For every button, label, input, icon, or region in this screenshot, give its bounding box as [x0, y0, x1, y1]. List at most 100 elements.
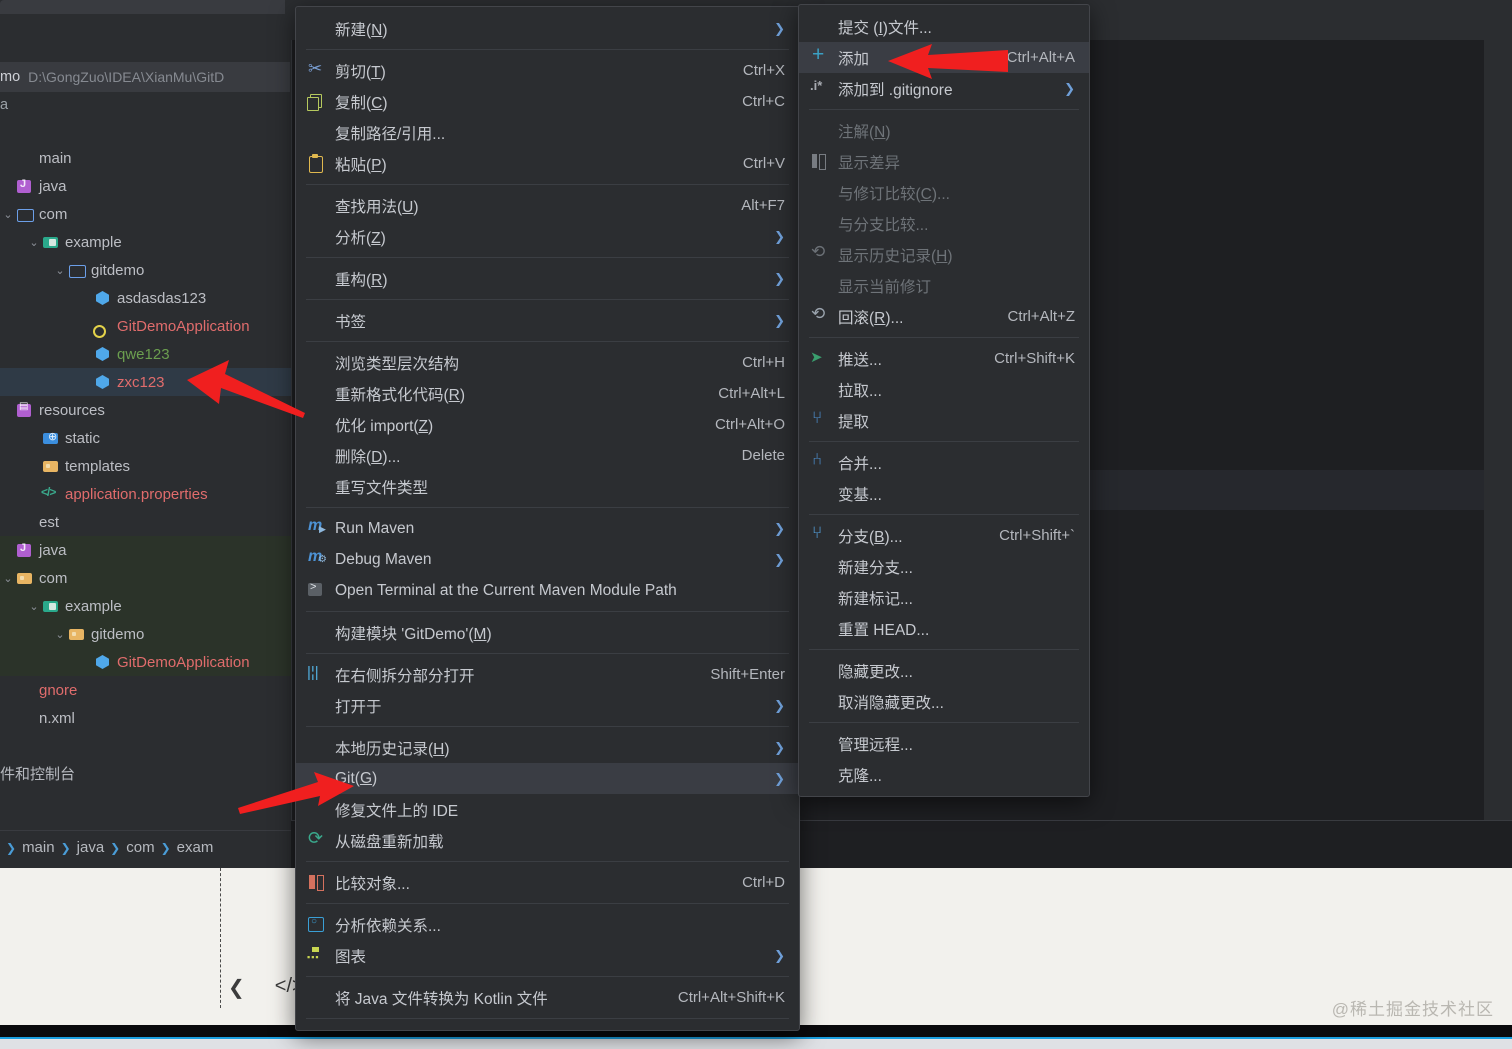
- editor-right-rail[interactable]: [1484, 40, 1512, 829]
- tree-node[interactable]: est: [0, 508, 291, 536]
- blank-icon: [306, 20, 332, 38]
- menu-item[interactable]: 合并...: [799, 447, 1089, 478]
- menu-item[interactable]: 克隆...: [799, 759, 1089, 790]
- menu-item[interactable]: 书签 ❯: [296, 305, 799, 336]
- menu-item[interactable]: 新建分支...: [799, 551, 1089, 582]
- menu-item[interactable]: Open Terminal at the Current Maven Modul…: [296, 575, 799, 606]
- tree-node[interactable]: ⌄ gitdemo: [0, 620, 291, 648]
- menu-item[interactable]: 隐藏更改...: [799, 655, 1089, 686]
- tree-node[interactable]: ⌄ gitdemo: [0, 256, 291, 284]
- editor-highlight-band: [1090, 470, 1512, 510]
- breadcrumb[interactable]: ❯ main ❯ java ❯ com ❯ exam: [0, 830, 291, 864]
- menu-item[interactable]: 管理远程...: [799, 728, 1089, 759]
- copy-icon: [306, 93, 332, 111]
- menu-item[interactable]: 添加到 .gitignore ❯: [799, 73, 1089, 104]
- tree-node[interactable]: GitDemoApplication: [0, 312, 291, 340]
- menu-item[interactable]: 本地历史记录(H) ❯: [296, 732, 799, 763]
- tree-node[interactable]: ⌄ com: [0, 200, 291, 228]
- menu-item[interactable]: Git(G) ❯: [296, 763, 799, 794]
- chevron-down-icon[interactable]: ⌄: [26, 236, 42, 249]
- menu-item-shortcut: Ctrl+Alt+L: [718, 385, 785, 402]
- chevron-down-icon[interactable]: ⌄: [0, 572, 16, 585]
- menu-item-label: 新建分支...: [838, 559, 913, 577]
- menu-item[interactable]: 重写文件类型: [296, 471, 799, 502]
- tree-node[interactable]: resources: [0, 396, 291, 424]
- menu-item[interactable]: 将 Java 文件转换为 Kotlin 文件 Ctrl+Alt+Shift+K: [296, 982, 799, 1013]
- menu-item[interactable]: Debug Maven ❯: [296, 544, 799, 575]
- breadcrumb-item[interactable]: exam: [177, 839, 214, 856]
- menu-item[interactable]: 比较对象... Ctrl+D: [296, 867, 799, 898]
- tree-node[interactable]: java: [0, 172, 291, 200]
- tree-node[interactable]: java: [0, 536, 291, 564]
- menu-item-label: 分析(Z): [335, 229, 386, 247]
- blank-icon: [306, 447, 332, 465]
- menu-item[interactable]: Run Maven ❯: [296, 513, 799, 544]
- menu-item[interactable]: 剪切(T) Ctrl+X: [296, 55, 799, 86]
- tree-node[interactable]: gnore: [0, 676, 291, 704]
- tree-node[interactable]: GitDemoApplication: [0, 648, 291, 676]
- tree-node[interactable]: ⌄ com: [0, 564, 291, 592]
- menu-item[interactable]: 拉取...: [799, 374, 1089, 405]
- menu-item-shortcut: Ctrl+Shift+`: [999, 527, 1075, 544]
- project-tool-tab[interactable]: [0, 0, 285, 14]
- menu-item[interactable]: 在右侧拆分部分打开 Shift+Enter: [296, 659, 799, 690]
- tree-node[interactable]: asdasdas123: [0, 284, 291, 312]
- diff-icon: [809, 153, 835, 171]
- menu-item[interactable]: 提取: [799, 405, 1089, 436]
- tree-node[interactable]: n.xml: [0, 704, 291, 732]
- menu-item[interactable]: 粘贴(P) Ctrl+V: [296, 148, 799, 179]
- tree-node[interactable]: main: [0, 144, 291, 172]
- project-tree[interactable]: main java ⌄ com ⌄ example ⌄ gitdemo asdasdas123 G…: [0, 144, 291, 732]
- menu-item[interactable]: 重置 HEAD...: [799, 613, 1089, 644]
- windows-taskbar[interactable]: [0, 1037, 1512, 1049]
- menu-item[interactable]: 优化 import(Z) Ctrl+Alt+O: [296, 409, 799, 440]
- git-submenu[interactable]: 提交 (I)文件... 添加 Ctrl+Alt+A 添加到 .gitignore ❯ 注解…: [798, 4, 1090, 797]
- breadcrumb-item[interactable]: java: [77, 839, 105, 856]
- menu-item[interactable]: 重新格式化代码(R) Ctrl+Alt+L: [296, 378, 799, 409]
- menu-item[interactable]: 回滚(R)... Ctrl+Alt+Z: [799, 301, 1089, 332]
- file-context-menu[interactable]: 新建(N) ❯ 剪切(T) Ctrl+X 复制(C) Ctrl+C 复制路径/引用... 粘贴…: [295, 6, 800, 1031]
- menu-item[interactable]: 查找用法(U) Alt+F7: [296, 190, 799, 221]
- tree-node[interactable]: templates: [0, 452, 291, 480]
- blank-icon: [809, 693, 835, 711]
- menu-item[interactable]: 浏览类型层次结构 Ctrl+H: [296, 347, 799, 378]
- back-chevron-icon[interactable]: ❮: [228, 975, 245, 1000]
- breadcrumb-item[interactable]: main: [22, 839, 55, 856]
- tree-node[interactable]: application.properties: [0, 480, 291, 508]
- menu-item[interactable]: 分支(B)... Ctrl+Shift+`: [799, 520, 1089, 551]
- light-window-toolbar[interactable]: ❮ </>: [228, 975, 304, 1000]
- menu-item-label: 构建模块 'GitDemo'(M): [335, 625, 492, 643]
- menu-item[interactable]: 重构(R) ❯: [296, 263, 799, 294]
- menu-item[interactable]: 分析依赖关系...: [296, 909, 799, 940]
- chevron-right-icon: ❯: [774, 739, 785, 755]
- menu-item[interactable]: 取消隐藏更改...: [799, 686, 1089, 717]
- menu-item[interactable]: 新建(N) ❯: [296, 13, 799, 44]
- menu-item[interactable]: 复制(C) Ctrl+C: [296, 86, 799, 117]
- menu-separator: [306, 1018, 789, 1019]
- tree-node[interactable]: ⌄ example: [0, 592, 291, 620]
- tree-node[interactable]: ⌄ example: [0, 228, 291, 256]
- breadcrumb-item[interactable]: com: [126, 839, 154, 856]
- menu-item[interactable]: 分析(Z) ❯: [296, 221, 799, 252]
- chevron-down-icon[interactable]: ⌄: [52, 264, 68, 277]
- menu-item[interactable]: 图表 ❯: [296, 940, 799, 971]
- menu-item-shortcut: Ctrl+Shift+K: [994, 350, 1075, 367]
- chevron-down-icon[interactable]: ⌄: [0, 208, 16, 221]
- menu-item[interactable]: 删除(D)... Delete: [296, 440, 799, 471]
- menu-item[interactable]: 提交 (I)文件...: [799, 11, 1089, 42]
- menu-item[interactable]: 新建标记...: [799, 582, 1089, 613]
- folder-icon: [68, 262, 86, 278]
- chevron-down-icon[interactable]: ⌄: [26, 600, 42, 613]
- menu-item[interactable]: 添加 Ctrl+Alt+A: [799, 42, 1089, 73]
- menu-item[interactable]: 从磁盘重新加载: [296, 825, 799, 856]
- menu-item[interactable]: 打开于 ❯: [296, 690, 799, 721]
- menu-item[interactable]: 修复文件上的 IDE: [296, 794, 799, 825]
- chevron-down-icon[interactable]: ⌄: [52, 628, 68, 641]
- menu-item[interactable]: 变基...: [799, 478, 1089, 509]
- menu-item[interactable]: 推送... Ctrl+Shift+K: [799, 343, 1089, 374]
- menu-item[interactable]: 复制路径/引用...: [296, 117, 799, 148]
- tree-node[interactable]: static: [0, 424, 291, 452]
- tree-node[interactable]: zxc123: [0, 368, 291, 396]
- tree-node[interactable]: qwe123: [0, 340, 291, 368]
- menu-item[interactable]: 构建模块 'GitDemo'(M): [296, 617, 799, 648]
